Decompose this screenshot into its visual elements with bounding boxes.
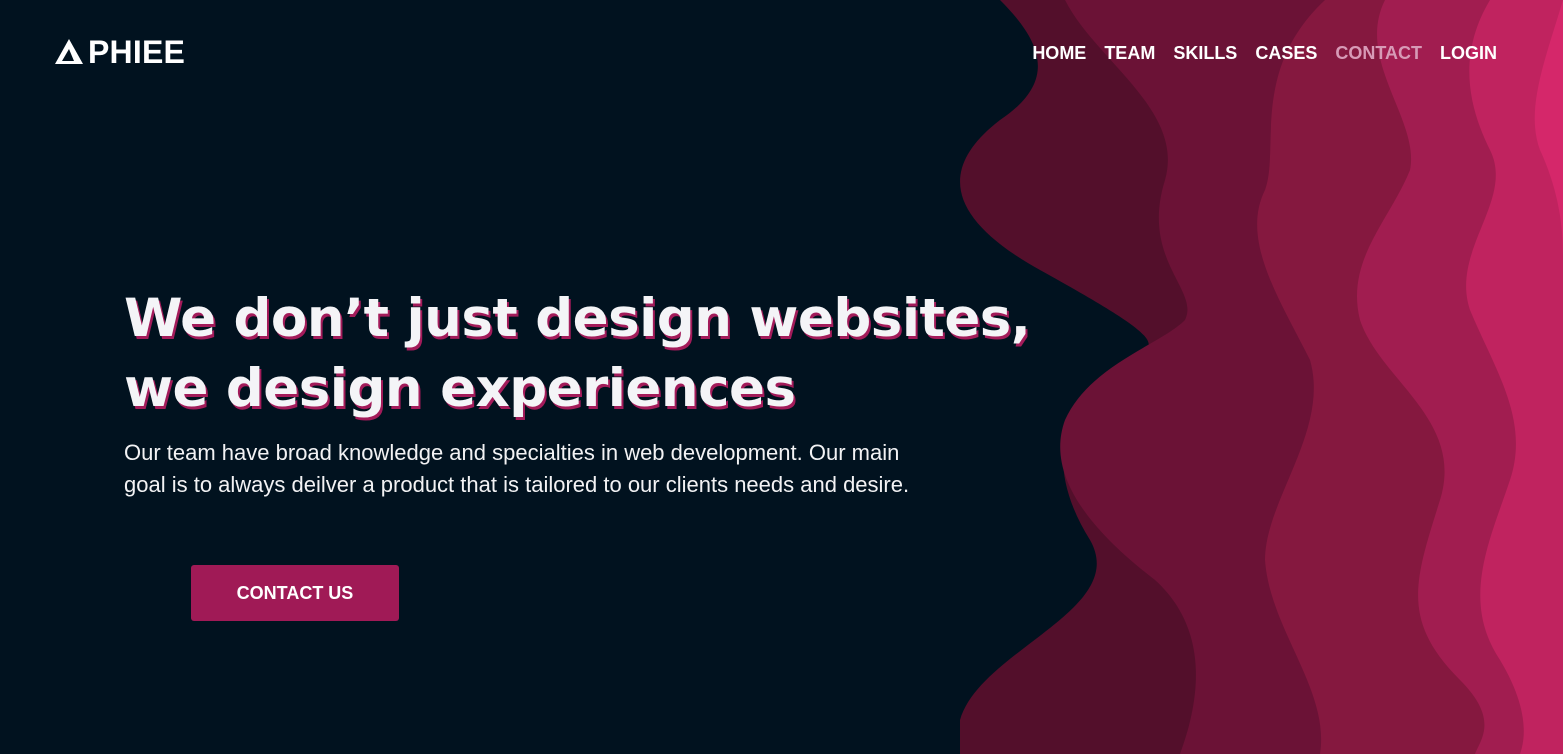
nav-team[interactable]: TEAM	[1104, 42, 1155, 64]
landing-page: PHIEE HOME TEAM SKILLS CASES CONTACT LOG…	[0, 0, 1563, 754]
nav-contact[interactable]: CONTACT	[1335, 42, 1422, 64]
nav-home[interactable]: HOME	[1032, 42, 1086, 64]
nav-skills[interactable]: SKILLS	[1173, 42, 1237, 64]
main-nav: HOME TEAM SKILLS CASES CONTACT LOGIN	[1032, 42, 1497, 64]
hero-description: Our team have broad knowledge and specia…	[124, 440, 910, 497]
nav-login[interactable]: LOGIN	[1440, 42, 1497, 64]
hero-headline-line-1: We don’t just design websites,	[124, 288, 1031, 349]
hero-headline: We don’t just design websites, we design…	[124, 284, 1031, 424]
nav-cases[interactable]: CASES	[1255, 42, 1317, 64]
hero-headline-line-2: we design experiences	[124, 358, 796, 419]
triangle-logo-icon	[54, 38, 84, 66]
contact-us-button[interactable]: CONTACT US	[191, 565, 399, 621]
brand-logo[interactable]: PHIEE	[54, 34, 185, 70]
brand-name: PHIEE	[88, 34, 186, 70]
